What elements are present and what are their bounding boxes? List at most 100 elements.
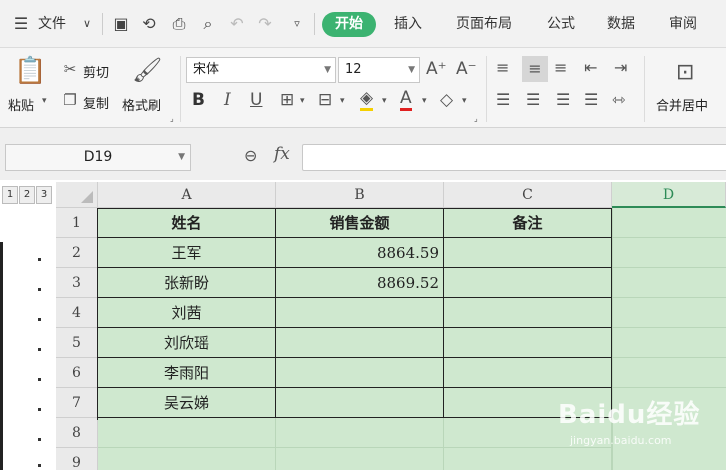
cell-d3[interactable]: [612, 268, 726, 298]
align-bottom-icon[interactable]: ≡: [554, 58, 567, 77]
column-header-c[interactable]: C: [444, 182, 612, 208]
copy-icon[interactable]: ❐: [60, 91, 80, 109]
cell-b2[interactable]: 8864.59: [276, 238, 444, 268]
dialog-launcher-icon[interactable]: ⌟: [170, 114, 174, 123]
cell-c1[interactable]: 备注: [444, 208, 612, 238]
copy-button[interactable]: 复制: [83, 93, 109, 112]
tab-data[interactable]: 数据: [607, 13, 635, 35]
cell-b3[interactable]: 8869.52: [276, 268, 444, 298]
cell-c5[interactable]: [444, 328, 612, 358]
cell-a3[interactable]: 张新盼: [98, 268, 276, 298]
cell-b4[interactable]: [276, 298, 444, 328]
eraser-icon[interactable]: ◇: [440, 90, 453, 110]
chevron-down-icon[interactable]: ▾: [42, 96, 47, 106]
fill-color-icon[interactable]: ◈: [360, 88, 374, 111]
redo-icon[interactable]: ↷: [254, 12, 276, 36]
zoom-icon[interactable]: ⊖: [244, 146, 257, 165]
cell-a5[interactable]: 刘欣瑶: [98, 328, 276, 358]
cell-b9[interactable]: [276, 448, 444, 470]
tab-page-layout[interactable]: 页面布局: [456, 13, 512, 35]
tab-home[interactable]: 开始: [322, 12, 376, 37]
cut-button[interactable]: 剪切: [83, 62, 109, 81]
hamburger-menu-icon[interactable]: ☰: [10, 12, 32, 36]
print-icon[interactable]: ⎙: [168, 12, 190, 36]
cell-b1[interactable]: 销售金额: [276, 208, 444, 238]
tab-insert[interactable]: 插入: [394, 13, 422, 35]
chevron-down-icon[interactable]: ∨: [76, 12, 98, 36]
undo-icon[interactable]: ↶: [226, 12, 248, 36]
cell-d2[interactable]: [612, 238, 726, 268]
outline-level-2-button[interactable]: 2: [19, 186, 35, 204]
cell-a4[interactable]: 刘茜: [98, 298, 276, 328]
increase-indent-icon[interactable]: ⇥: [614, 58, 627, 77]
cell-b5[interactable]: [276, 328, 444, 358]
cell-b6[interactable]: [276, 358, 444, 388]
align-center-icon[interactable]: ☰: [526, 90, 540, 109]
cell-a9[interactable]: [98, 448, 276, 470]
cell-b8[interactable]: [276, 418, 444, 448]
bold-icon[interactable]: B: [192, 90, 205, 110]
cell-d6[interactable]: [612, 358, 726, 388]
paste-icon[interactable]: 📋: [14, 56, 46, 90]
borders-icon[interactable]: ⊞: [280, 90, 294, 110]
format-painter-icon[interactable]: 🖌: [132, 56, 162, 84]
cell-d5[interactable]: [612, 328, 726, 358]
row-header-6[interactable]: 6: [56, 358, 98, 388]
row-header-2[interactable]: 2: [56, 238, 98, 268]
chevron-down-icon[interactable]: ▾: [340, 96, 345, 106]
align-top-icon[interactable]: ≡: [496, 58, 509, 77]
select-all-corner[interactable]: [56, 182, 98, 208]
cell-a6[interactable]: 李雨阳: [98, 358, 276, 388]
column-header-d[interactable]: D: [612, 182, 726, 208]
underline-icon[interactable]: U: [250, 90, 262, 110]
scissors-icon[interactable]: ✂: [60, 60, 80, 78]
merge-center-button[interactable]: 合并居中: [656, 95, 708, 114]
cell-a1[interactable]: 姓名: [98, 208, 276, 238]
align-right-icon[interactable]: ☰: [556, 90, 570, 109]
row-header-5[interactable]: 5: [56, 328, 98, 358]
outline-level-1-button[interactable]: 1: [2, 186, 18, 204]
export-icon[interactable]: ⟲: [138, 12, 160, 36]
tab-formulas[interactable]: 公式: [547, 13, 575, 35]
outline-level-3-button[interactable]: 3: [36, 186, 52, 204]
cell-b7[interactable]: [276, 388, 444, 418]
row-header-3[interactable]: 3: [56, 268, 98, 298]
cell-c6[interactable]: [444, 358, 612, 388]
italic-icon[interactable]: I: [224, 90, 231, 110]
font-name-select[interactable]: 宋体 ▼: [186, 57, 336, 83]
row-header-9[interactable]: 9: [56, 448, 98, 470]
font-color-icon[interactable]: A: [400, 88, 412, 111]
cell-a8[interactable]: [98, 418, 276, 448]
distributed-align-icon[interactable]: ⇿: [612, 90, 625, 109]
quick-access-more-icon[interactable]: ▿: [286, 12, 308, 36]
tab-review[interactable]: 审阅: [669, 13, 697, 35]
cell-a7[interactable]: 吴云娣: [98, 388, 276, 418]
increase-font-icon[interactable]: A⁺: [426, 59, 447, 79]
align-middle-icon[interactable]: ≡: [522, 56, 548, 82]
file-menu[interactable]: 文件: [38, 13, 66, 35]
row-header-7[interactable]: 7: [56, 388, 98, 418]
cell-c4[interactable]: [444, 298, 612, 328]
insert-function-button[interactable]: fx: [274, 144, 290, 164]
print-preview-icon[interactable]: ⌕: [197, 12, 219, 36]
paste-button[interactable]: 粘贴: [8, 95, 34, 114]
chevron-down-icon[interactable]: ▾: [462, 96, 467, 106]
align-left-icon[interactable]: ☰: [496, 90, 510, 109]
chevron-down-icon[interactable]: ▾: [382, 96, 387, 106]
dialog-launcher-icon[interactable]: ⌟: [474, 114, 478, 123]
font-size-select[interactable]: 12 ▼: [338, 57, 420, 83]
row-header-8[interactable]: 8: [56, 418, 98, 448]
decrease-font-icon[interactable]: A⁻: [456, 59, 477, 79]
format-painter-button[interactable]: 格式刷: [122, 95, 161, 114]
cell-a2[interactable]: 王军: [98, 238, 276, 268]
save-icon[interactable]: ▣: [110, 12, 132, 36]
column-header-a[interactable]: A: [98, 182, 276, 208]
name-box[interactable]: D19 ▼: [5, 144, 191, 171]
formula-input[interactable]: [302, 144, 726, 171]
chevron-down-icon[interactable]: ▾: [422, 96, 427, 106]
justify-icon[interactable]: ☰: [584, 90, 598, 109]
cell-d4[interactable]: [612, 298, 726, 328]
column-header-b[interactable]: B: [276, 182, 444, 208]
cell-style-icon[interactable]: ⊟: [318, 90, 332, 110]
merge-center-icon[interactable]: ⊡: [676, 60, 694, 85]
